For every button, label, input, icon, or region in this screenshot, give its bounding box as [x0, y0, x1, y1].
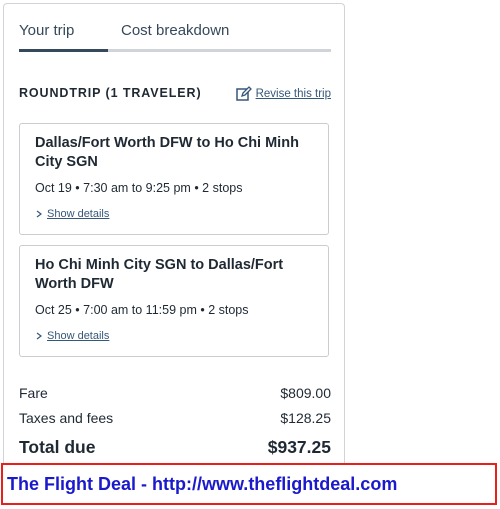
show-details-link[interactable]: Show details [35, 330, 313, 342]
total-row: Total due $937.25 [19, 437, 331, 458]
revise-trip-label[interactable]: Revise this trip [256, 88, 331, 100]
taxes-row: Taxes and fees $128.25 [19, 410, 331, 426]
tab-your-trip[interactable]: Your trip [19, 22, 74, 39]
chevron-right-icon [36, 332, 42, 340]
show-details-label[interactable]: Show details [47, 208, 109, 220]
banner-link[interactable]: The Flight Deal - http://www.theflightde… [7, 474, 397, 495]
fare-row: Fare $809.00 [19, 385, 331, 401]
trip-type-label: ROUNDTRIP (1 TRAVELER) [19, 86, 202, 100]
flight-card-return: Ho Chi Minh City SGN to Dallas/Fort Wort… [19, 245, 329, 357]
tab-active-indicator [19, 49, 108, 52]
tab-bar: Your trip Cost breakdown [19, 20, 331, 54]
total-label: Total due [19, 437, 96, 457]
edit-icon [235, 86, 252, 101]
flight-summary: Oct 25 • 7:00 am to 11:59 pm • 2 stops [35, 303, 249, 317]
fare-label: Fare [19, 385, 48, 401]
trip-summary-panel: Your trip Cost breakdown ROUNDTRIP (1 TR… [3, 3, 345, 473]
flight-card-outbound: Dallas/Fort Worth DFW to Ho Chi Minh Cit… [19, 123, 329, 235]
watermark-banner: The Flight Deal - http://www.theflightde… [1, 463, 497, 505]
total-value: $937.25 [267, 437, 331, 457]
tab-cost-breakdown[interactable]: Cost breakdown [121, 22, 229, 39]
trip-header: ROUNDTRIP (1 TRAVELER) Revise this trip [19, 86, 331, 108]
flight-summary: Oct 19 • 7:30 am to 9:25 pm • 2 stops [35, 181, 243, 195]
taxes-value: $128.25 [280, 410, 331, 426]
show-details-link[interactable]: Show details [35, 208, 313, 220]
fare-value: $809.00 [280, 385, 331, 401]
flight-route-title: Dallas/Fort Worth DFW to Ho Chi Minh Cit… [35, 135, 299, 170]
chevron-right-icon [36, 210, 42, 218]
taxes-label: Taxes and fees [19, 410, 114, 426]
revise-trip-link[interactable]: Revise this trip [235, 86, 331, 102]
flight-route-title: Ho Chi Minh City SGN to Dallas/Fort Wort… [35, 257, 284, 292]
show-details-label[interactable]: Show details [47, 330, 109, 342]
